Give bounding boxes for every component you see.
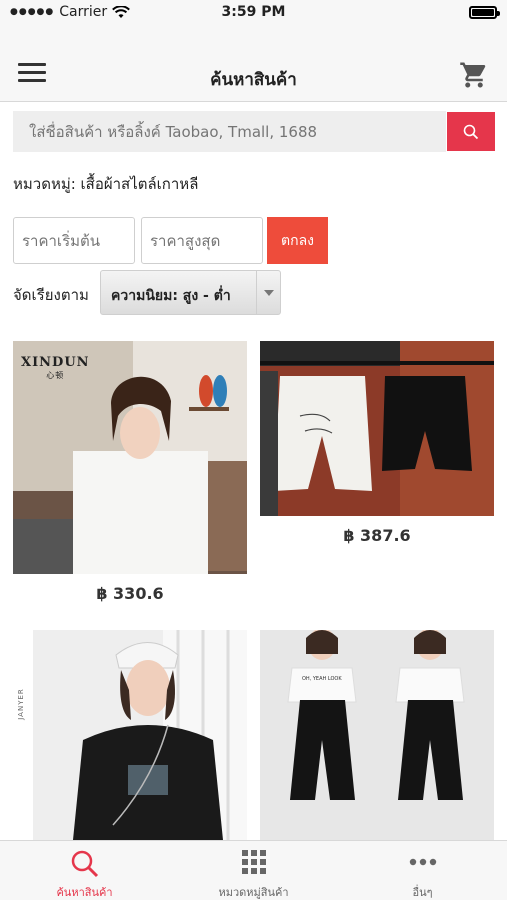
shopping-cart-icon[interactable] <box>459 60 489 90</box>
chevron-down-icon <box>256 271 280 314</box>
product-card[interactable]: JANYER <box>13 630 247 840</box>
tab-label: หมวดหมู่สินค้า <box>218 886 289 899</box>
max-price-input[interactable] <box>141 217 263 264</box>
search-icon <box>463 124 479 140</box>
tab-bar: ค้นหาสินค้า หมวดหมู่สินค้า อื่นๆ <box>0 840 507 900</box>
tab-search[interactable]: ค้นหาสินค้า <box>0 841 169 901</box>
product-card[interactable]: XINDUN 心顿 ฿ 330.6 <box>13 341 247 609</box>
sort-label: จัดเรียงตาม <box>13 286 89 304</box>
product-price: ฿ 387.6 <box>343 526 411 545</box>
tab-label: ค้นหาสินค้า <box>56 886 113 899</box>
tab-categories[interactable]: หมวดหมู่สินค้า <box>169 841 338 901</box>
search-input[interactable] <box>13 111 446 152</box>
product-price: ฿ 330.6 <box>96 584 164 603</box>
apply-price-button[interactable]: ตกลง <box>267 217 328 264</box>
page-title: ค้นหาสินค้า <box>210 70 297 90</box>
sort-selected-value: ความนิยม: สูง - ต่ำ <box>111 288 231 304</box>
tab-more[interactable]: อื่นๆ <box>338 841 507 901</box>
product-card[interactable]: ฿ 387.6 <box>260 341 494 551</box>
nav-bar: ค้นหาสินค้า <box>0 26 507 102</box>
search-bar <box>13 111 495 152</box>
grid-icon <box>241 850 266 874</box>
sort-dropdown[interactable]: ความนิยม: สูง - ต่ำ <box>100 270 281 315</box>
product-image[interactable] <box>260 341 494 516</box>
brand-side-text: JANYER <box>16 688 25 720</box>
product-image[interactable]: JANYER <box>13 630 247 840</box>
status-time: 3:59 PM <box>221 4 286 20</box>
tab-label: อื่นๆ <box>412 886 433 899</box>
category-label: หมวดหมู่: เสื้อผ้าสไตล์เกาหลี <box>13 175 199 193</box>
product-image[interactable]: XINDUN 心顿 <box>13 341 247 574</box>
search-icon <box>71 850 98 878</box>
product-card[interactable]: OH, YEAH LOOK <box>260 630 494 840</box>
battery-icon <box>469 6 500 19</box>
shirt-print-text: OH, YEAH LOOK <box>302 676 342 682</box>
min-price-input[interactable] <box>13 217 135 264</box>
brand-logo: XINDUN 心顿 <box>21 355 90 380</box>
more-icon <box>409 858 436 866</box>
product-image[interactable]: OH, YEAH LOOK <box>260 630 494 840</box>
search-button[interactable] <box>447 112 495 151</box>
status-bar: ●●●●● Carrier 3:59 PM <box>0 0 507 26</box>
